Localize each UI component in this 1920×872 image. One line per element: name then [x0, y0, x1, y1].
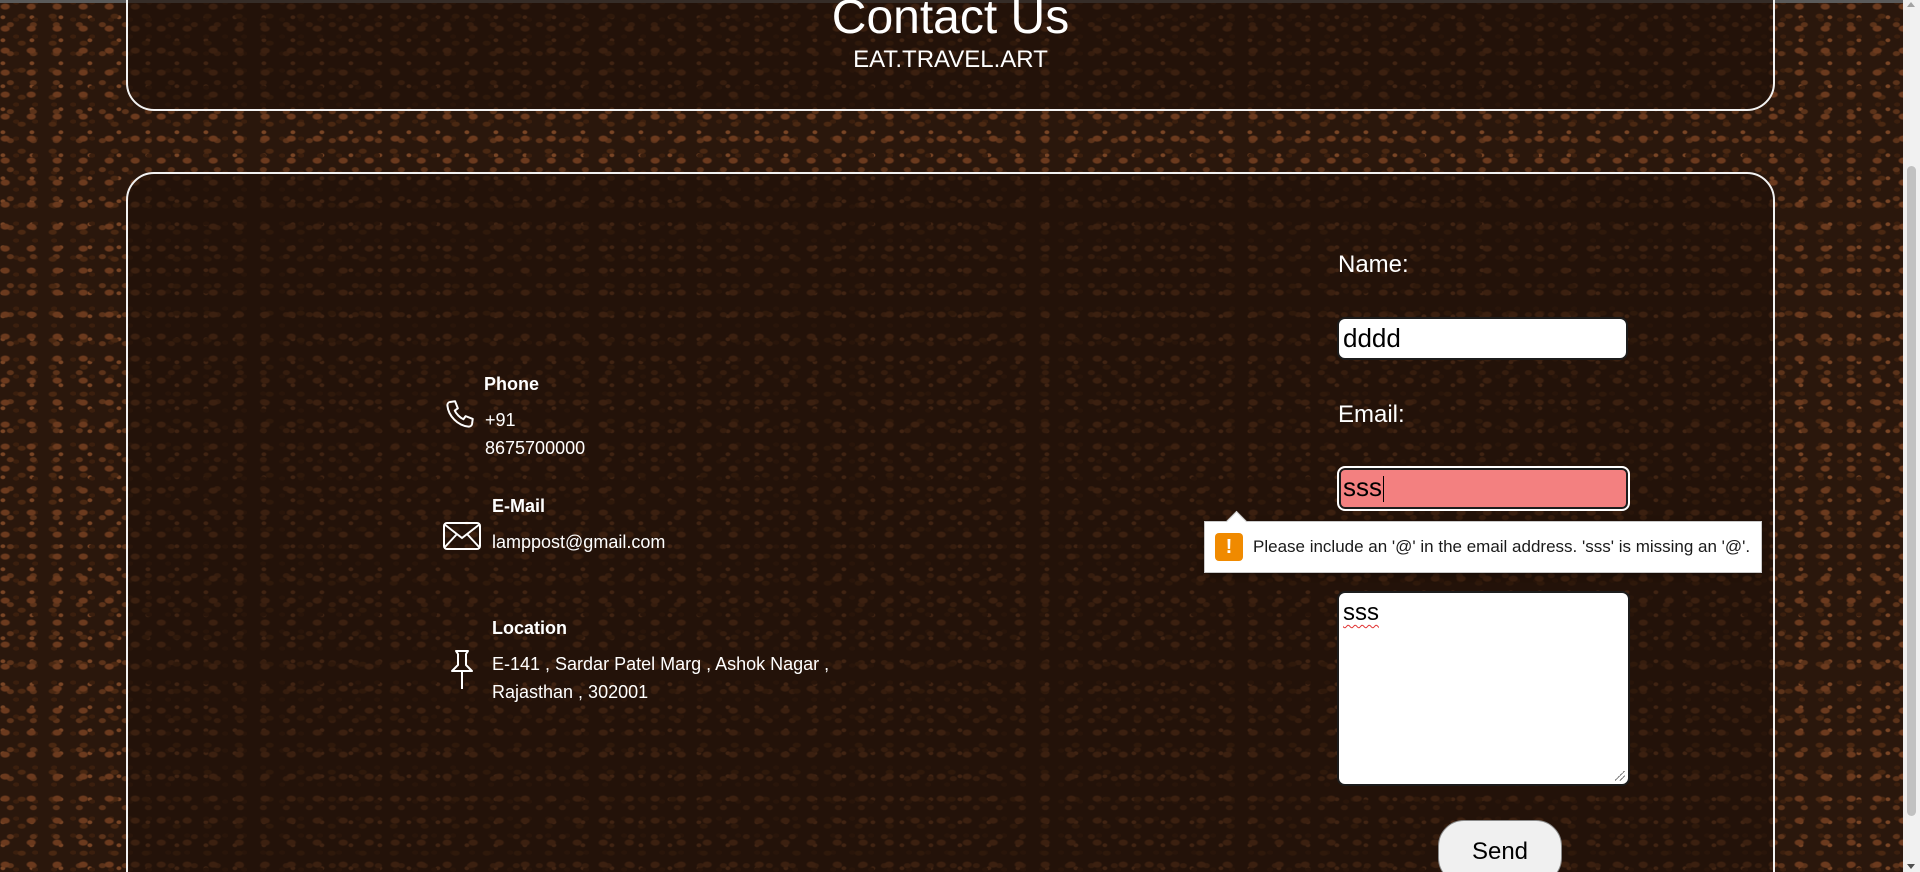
email-label: E-Mail — [492, 496, 546, 516]
scroll-down-arrow-icon[interactable] — [1907, 864, 1915, 869]
tagline: EAT.TRAVEL.ART — [853, 46, 1048, 73]
name-label: Name: — [1338, 251, 1409, 278]
validation-tooltip: ! Please include an '@' in the email add… — [1204, 510, 1762, 573]
scroll-up-arrow-icon[interactable] — [1907, 2, 1915, 7]
scroll-thumb[interactable] — [1907, 166, 1916, 816]
page-title: Contact Us — [831, 0, 1070, 44]
pushpin-icon — [442, 650, 482, 690]
email-input[interactable]: sss — [1337, 466, 1630, 511]
text-caret — [1383, 476, 1384, 503]
name-input-value: dddd — [1343, 323, 1401, 353]
validation-message: Please include an '@' in the email addre… — [1253, 537, 1751, 556]
email-input-value: sss — [1343, 472, 1382, 502]
location-line-1: E-141 , Sardar Patel Marg , Ashok Nagar … — [492, 654, 830, 674]
header-panel: Contact Us EAT.TRAVEL.ART — [126, 0, 1775, 111]
envelope-icon — [442, 516, 482, 556]
page-scrollbar[interactable] — [1903, 0, 1920, 872]
location-line-2: Rajasthan , 302001 — [492, 682, 649, 702]
send-button[interactable]: Send — [1438, 820, 1562, 872]
name-input[interactable]: dddd — [1337, 317, 1628, 360]
email-value: lamppost@gmail.com — [492, 532, 666, 552]
phone-value: +91 8675700000 — [485, 410, 586, 458]
phone-icon — [440, 394, 480, 434]
message-textarea[interactable]: sss — [1337, 591, 1630, 786]
warning-icon: ! — [1215, 533, 1243, 561]
location-label: Location — [492, 618, 567, 638]
phone-label: Phone — [484, 374, 540, 394]
message-textarea-value: sss — [1343, 599, 1379, 626]
resize-handle[interactable] — [1615, 771, 1625, 781]
email-label-field: Email: — [1338, 401, 1405, 428]
